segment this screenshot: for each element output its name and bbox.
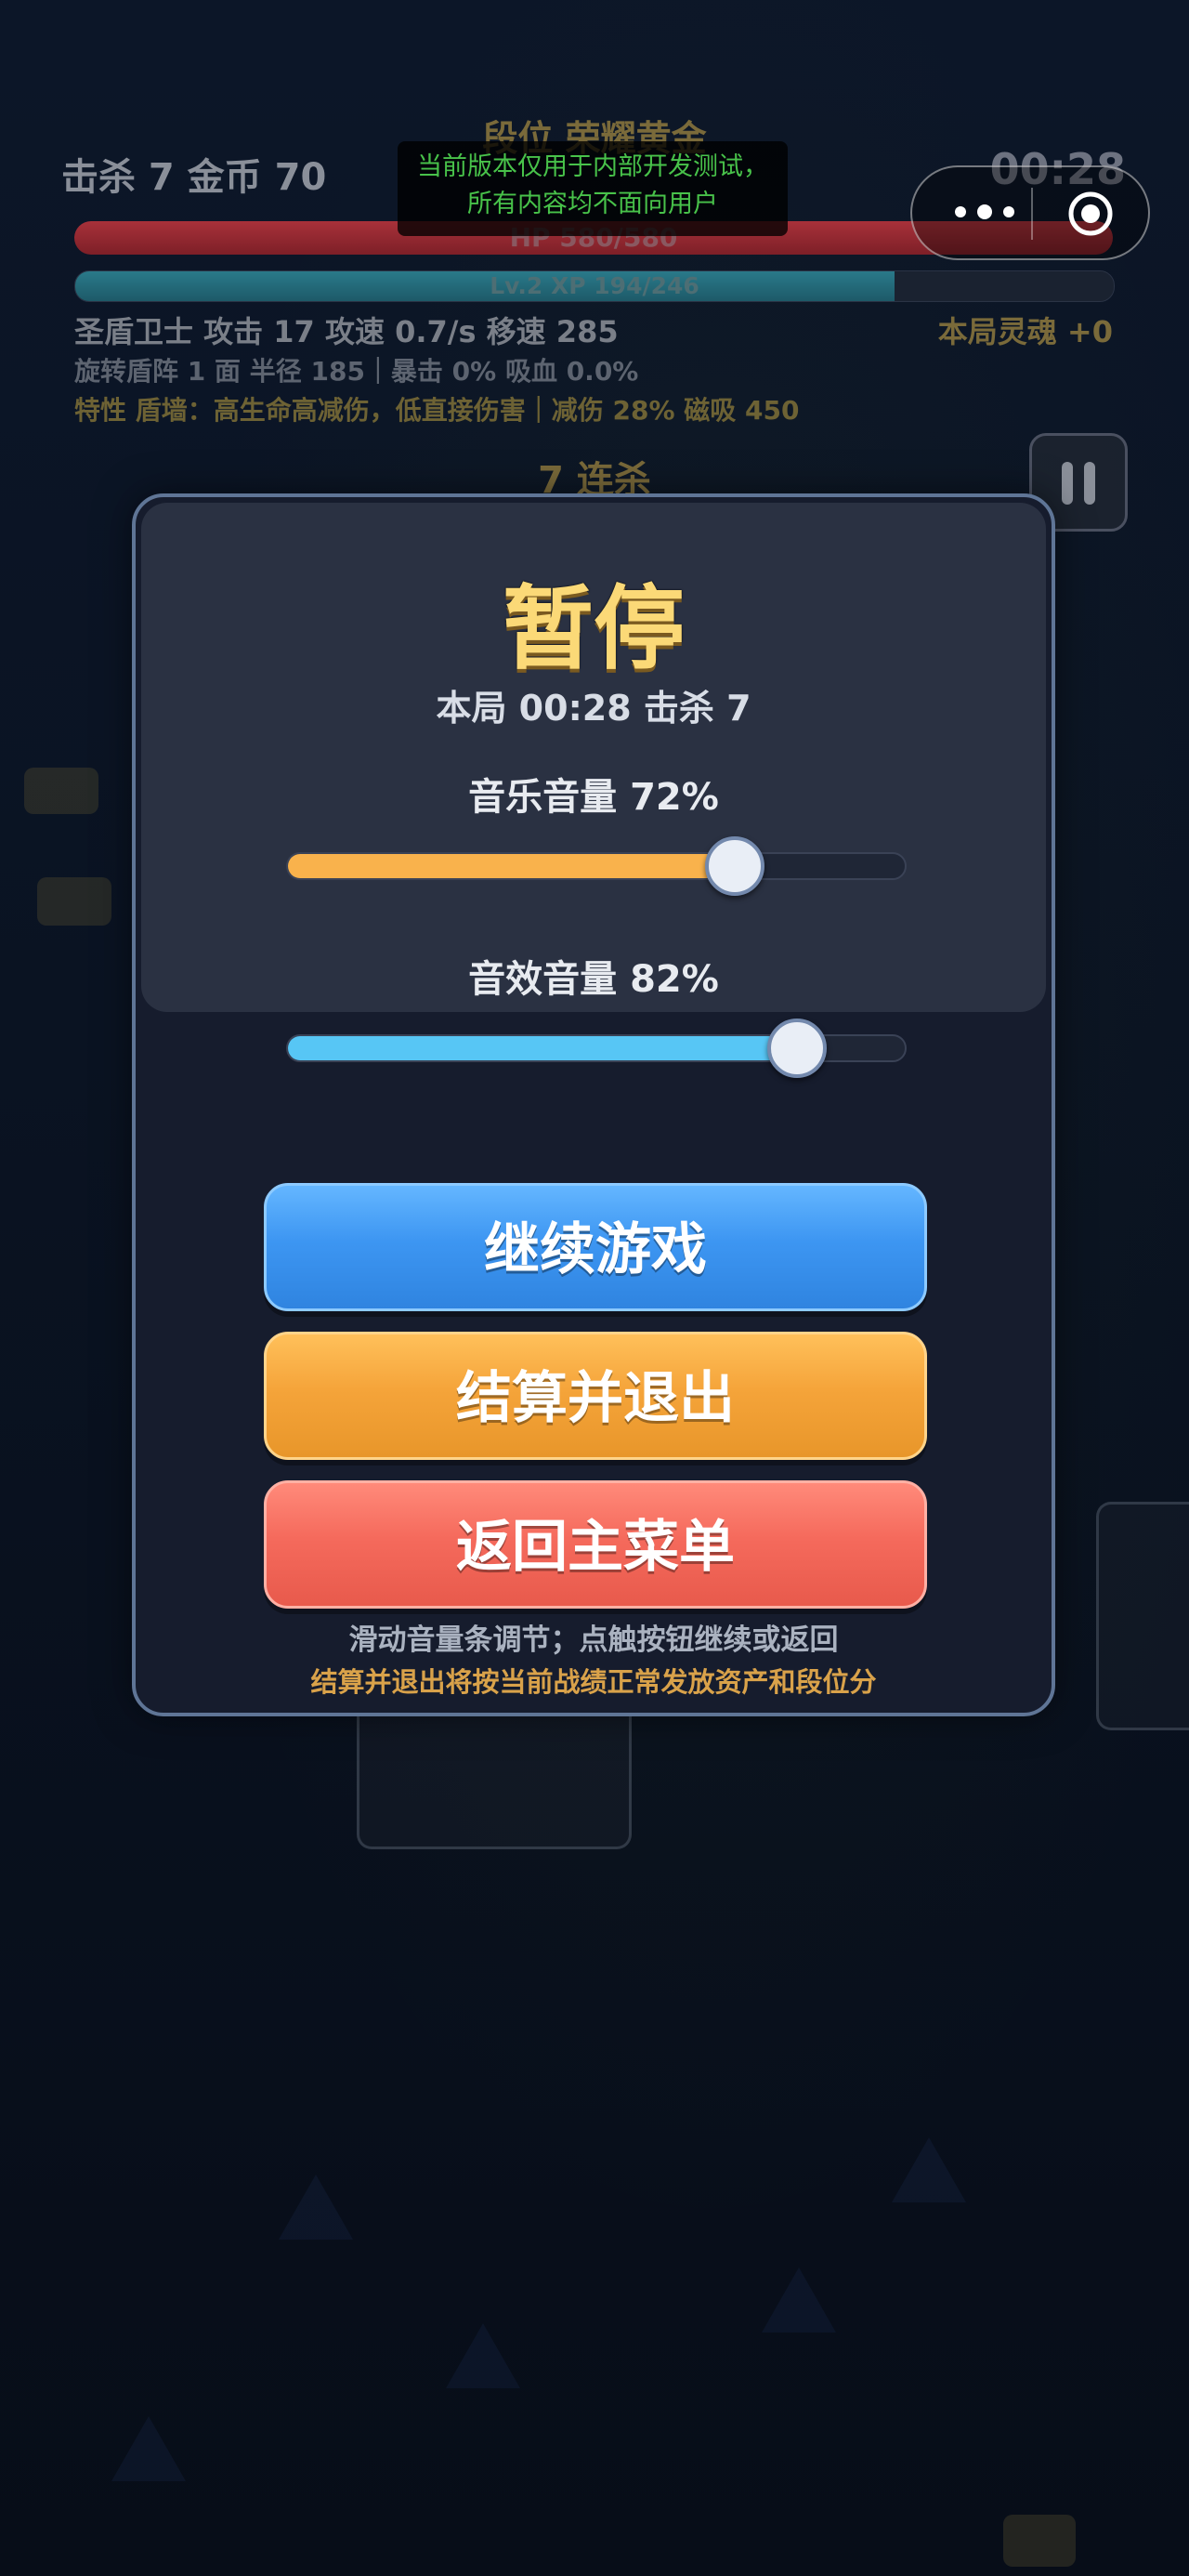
music-volume-slider[interactable] [286, 836, 907, 896]
dev-notice-line1: 当前版本仅用于内部开发测试， [417, 152, 768, 181]
bg-block [37, 877, 111, 926]
pause-dialog: 暂停 本局 00:28 击杀 7 音乐音量 72% 音效音量 82% 继续游戏 … [132, 493, 1055, 1716]
sfx-volume-fill [288, 1036, 797, 1060]
bg-structure [1096, 1502, 1189, 1730]
dialog-title: 暂停 [502, 576, 685, 682]
kills-gold-label: 击杀 7 金币 70 [61, 156, 327, 199]
capsule-divider [1031, 188, 1033, 240]
main-menu-button[interactable]: 返回主菜单 [264, 1480, 927, 1609]
sfx-volume-slider[interactable] [286, 1019, 907, 1078]
music-volume-thumb[interactable] [704, 836, 764, 896]
dev-notice-line2: 所有内容均不面向用户 [467, 190, 718, 218]
match-summary: 本局 00:28 击杀 7 [436, 688, 751, 729]
trait-line: 特性 盾墙：高生命高减伤，低直接伤害｜减伤 28% 磁吸 450 [74, 395, 800, 426]
miniprogram-capsule [910, 165, 1150, 260]
bg-block [1003, 2515, 1076, 2567]
xp-bar: Lv.2 XP 194/246 [74, 270, 1115, 302]
more-dots-icon[interactable] [949, 199, 1033, 227]
hero-stats-line: 圣盾卫士 攻击 17 攻速 0.7/s 移速 285 [74, 314, 619, 349]
dev-notice-banner: 当前版本仅用于内部开发测试， 所有内容均不面向用户 [398, 141, 788, 236]
music-volume-label: 音乐音量 72% [468, 776, 719, 819]
bg-shape [892, 2137, 966, 2202]
sfx-volume-label: 音效音量 82% [468, 958, 719, 1001]
pause-icon [1062, 462, 1073, 505]
xp-text: Lv.2 XP 194/246 [490, 272, 699, 299]
settle-exit-button[interactable]: 结算并退出 [264, 1332, 927, 1460]
settle-note: 结算并退出将按当前战绩正常发放资产和段位分 [310, 1666, 877, 1698]
bg-shape [111, 2416, 186, 2481]
bg-shape [446, 2323, 520, 2388]
sfx-volume-thumb[interactable] [766, 1019, 827, 1078]
bg-shape [279, 2175, 353, 2240]
bg-structure [357, 1701, 632, 1849]
bg-block [24, 768, 98, 814]
skill-stats-line: 旋转盾阵 1 面 半径 185｜暴击 0% 吸血 0.0% [74, 356, 639, 387]
continue-button[interactable]: 继续游戏 [264, 1183, 927, 1311]
target-circle-icon[interactable] [1066, 190, 1115, 238]
hint-text: 滑动音量条调节；点触按钮继续或返回 [348, 1623, 839, 1657]
music-volume-fill [288, 854, 735, 878]
soul-counter: 本局灵魂 +0 [937, 314, 1113, 349]
bg-shape [762, 2267, 836, 2333]
